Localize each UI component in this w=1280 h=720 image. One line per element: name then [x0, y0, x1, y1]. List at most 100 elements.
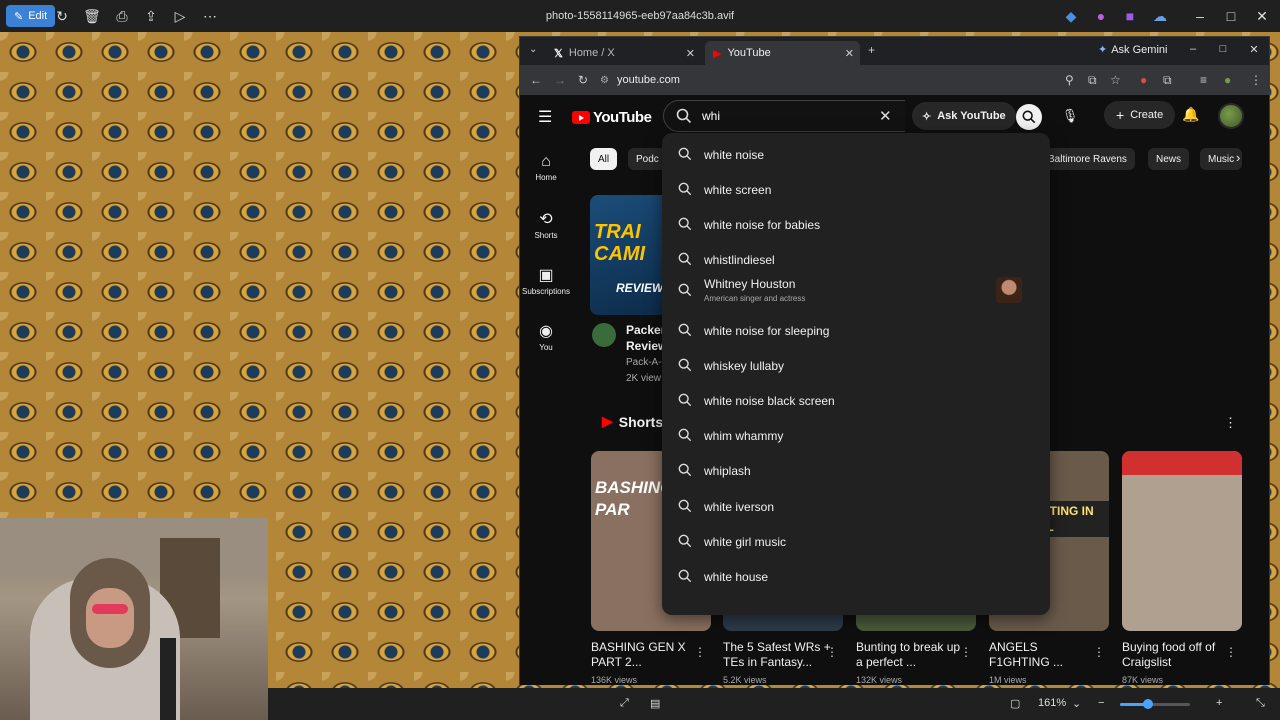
- short-title[interactable]: Bunting to break up a perfect ...: [856, 640, 966, 670]
- forward-icon[interactable]: →: [554, 73, 566, 87]
- short-title[interactable]: Buying food off of Craigslist: [1122, 640, 1232, 670]
- video-title[interactable]: Packer: [626, 323, 665, 337]
- zoom-slider-handle[interactable]: [1143, 699, 1153, 709]
- suggestion-text: white girl music: [704, 534, 787, 549]
- cloud-icon[interactable]: ☁: [1146, 2, 1174, 30]
- suggestion-item[interactable]: whim whammy: [662, 418, 1050, 453]
- search-button[interactable]: [1016, 104, 1042, 130]
- new-tab-button[interactable]: +: [868, 43, 875, 57]
- youtube-logo[interactable]: YouTube: [572, 109, 652, 126]
- short-title[interactable]: BASHING GEN X PART 2...: [591, 640, 701, 670]
- search-input[interactable]: [702, 109, 872, 123]
- suggestion-item[interactable]: white house: [662, 559, 1050, 594]
- suggestion-item[interactable]: whiplash: [662, 453, 1050, 488]
- search-icon: [1022, 110, 1036, 124]
- more-options-icon[interactable]: ⋮: [1224, 415, 1237, 431]
- more-options-icon[interactable]: ⋮: [826, 645, 838, 659]
- hamburger-menu-icon[interactable]: ☰: [538, 107, 552, 127]
- maximize-icon[interactable]: □: [1215, 43, 1231, 55]
- install-icon[interactable]: ⧉: [1088, 73, 1097, 88]
- minimize-icon[interactable]: –: [1185, 43, 1201, 55]
- profile-icon[interactable]: ●: [1224, 73, 1231, 87]
- suggestion-item[interactable]: Whitney Houston American singer and actre…: [662, 273, 1050, 308]
- create-button[interactable]: + Create: [1104, 101, 1176, 129]
- chevron-down-icon[interactable]: ⌄: [1072, 697, 1081, 710]
- site-info-icon[interactable]: ⚙: [600, 75, 609, 86]
- app-icon-2[interactable]: ■: [1116, 2, 1144, 30]
- tab-home-x[interactable]: 𝕏 Home / X ✕: [546, 41, 701, 65]
- url-field[interactable]: ⚙ youtube.com: [600, 69, 1070, 91]
- suggestion-item[interactable]: white girl music: [662, 524, 1050, 559]
- short-thumbnail[interactable]: [1122, 451, 1242, 631]
- app-icon-1[interactable]: ●: [1087, 2, 1115, 30]
- tab-youtube[interactable]: ▶ YouTube ✕: [705, 41, 860, 65]
- sidebar-item-subscriptions[interactable]: ▣ Subscriptions: [520, 265, 572, 296]
- microphone-icon[interactable]: 🎙: [1059, 105, 1081, 127]
- tab-list-icon[interactable]: ⌄: [529, 44, 537, 55]
- view-count: 132K views: [856, 675, 903, 685]
- more-options-icon[interactable]: ⋮: [1093, 645, 1105, 659]
- sidebar-item-home[interactable]: ⌂ Home: [520, 153, 572, 182]
- channel-name[interactable]: Pack-A-: [626, 357, 662, 368]
- zoom-slider[interactable]: [1120, 699, 1190, 709]
- maximize-icon[interactable]: □: [1217, 2, 1245, 30]
- search-icon: [678, 534, 692, 548]
- back-icon[interactable]: ←: [530, 73, 542, 87]
- channel-avatar[interactable]: [592, 323, 616, 347]
- webcam-feed: [0, 518, 268, 720]
- zoom-in-icon[interactable]: +: [1216, 697, 1222, 709]
- fit-to-window-icon[interactable]: ⤢: [620, 697, 629, 710]
- zoom-out-icon[interactable]: −: [1098, 697, 1104, 709]
- fullscreen-icon[interactable]: ⤡: [1256, 697, 1265, 710]
- suggestion-item[interactable]: white noise for babies: [662, 207, 1050, 242]
- minimize-icon[interactable]: –: [1186, 2, 1214, 30]
- sidebar-item-label: Subscriptions: [521, 287, 571, 296]
- suggestion-text: white noise black screen: [704, 393, 835, 408]
- sidebar-item-you[interactable]: ◉ You: [520, 321, 572, 352]
- onedrive-icon[interactable]: ◆: [1057, 2, 1085, 30]
- suggestion-item[interactable]: white iverson: [662, 489, 1050, 524]
- close-tab-icon[interactable]: ✕: [686, 47, 695, 60]
- chip-news[interactable]: News: [1148, 148, 1190, 170]
- suggestion-item[interactable]: white noise: [662, 137, 1050, 172]
- ask-youtube-button[interactable]: ✧ Ask YouTube: [912, 102, 1016, 130]
- actual-size-icon[interactable]: ▢: [1010, 697, 1020, 710]
- close-icon[interactable]: ✕: [1246, 43, 1262, 56]
- short-title[interactable]: ANGELS F1GHTING ...: [989, 640, 1099, 670]
- bookmark-star-icon[interactable]: ☆: [1110, 73, 1121, 87]
- sidebar-item-label: Shorts: [534, 231, 558, 240]
- zoom-icon[interactable]: ⚲: [1065, 73, 1074, 87]
- film-strip-icon[interactable]: ▤: [650, 697, 660, 710]
- more-options-icon[interactable]: ⋮: [694, 645, 706, 659]
- close-tab-icon[interactable]: ✕: [845, 47, 854, 60]
- chevron-right-icon[interactable]: ›: [1236, 150, 1240, 165]
- suggestion-item[interactable]: white screen: [662, 172, 1050, 207]
- suggestion-item[interactable]: white noise black screen: [662, 383, 1050, 418]
- search-icon: [678, 569, 692, 583]
- browser-menu-icon[interactable]: ⋮: [1250, 73, 1262, 87]
- chip-baltimore-ravens[interactable]: Baltimore Ravens: [1040, 148, 1135, 170]
- short-title[interactable]: The 5 Safest WRs + TEs in Fantasy...: [723, 640, 833, 670]
- reload-icon[interactable]: ↻: [578, 73, 588, 87]
- clear-search-icon[interactable]: ✕: [879, 107, 892, 125]
- suggestion-item[interactable]: white noise for sleeping: [662, 313, 1050, 348]
- zoom-level[interactable]: 161%: [1038, 697, 1066, 709]
- ask-gemini-button[interactable]: ✦ Ask Gemini: [1098, 43, 1167, 57]
- more-options-icon[interactable]: ⋮: [1225, 645, 1237, 659]
- suggestion-item[interactable]: whistlindiesel: [662, 242, 1050, 277]
- more-options-icon[interactable]: ⋮: [960, 645, 972, 659]
- you-icon: ◉: [539, 323, 553, 340]
- reading-list-icon[interactable]: ≡: [1200, 73, 1207, 87]
- close-icon[interactable]: ✕: [1248, 2, 1276, 30]
- avatar[interactable]: [1218, 103, 1244, 129]
- search-icon: [678, 283, 692, 297]
- notifications-bell-icon[interactable]: 🔔: [1182, 106, 1199, 123]
- chip-podcasts[interactable]: Podc: [628, 148, 667, 170]
- suggestion-text: whim whammy: [704, 428, 784, 443]
- sidebar-item-label: You: [539, 343, 553, 352]
- suggestion-item[interactable]: whiskey lullaby: [662, 348, 1050, 383]
- extensions-icon[interactable]: ⧉: [1163, 73, 1172, 88]
- adblock-icon[interactable]: ●: [1140, 73, 1147, 87]
- chip-all[interactable]: All: [590, 148, 618, 170]
- sidebar-item-shorts[interactable]: ⟲ Shorts: [520, 209, 572, 240]
